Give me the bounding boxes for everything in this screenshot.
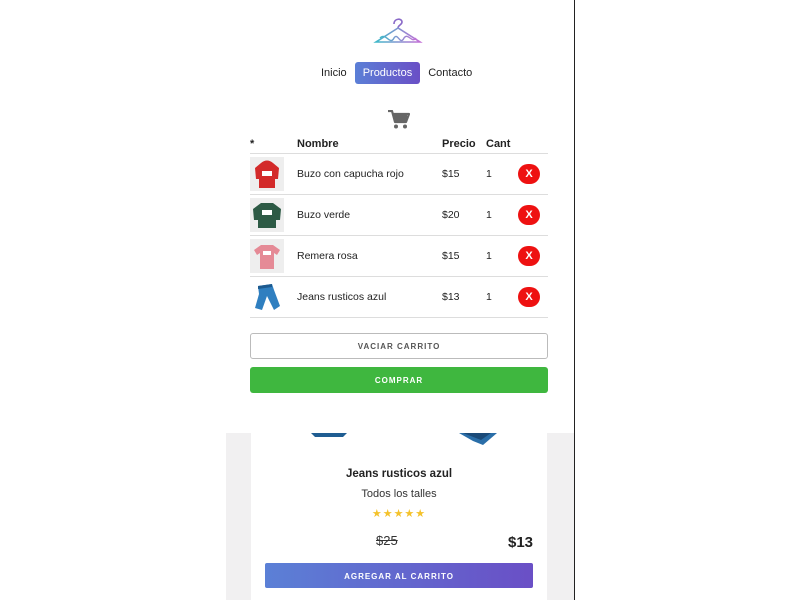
item-thumbnail [250, 276, 297, 318]
item-qty: 1 [486, 276, 518, 318]
header-price: Precio [442, 136, 486, 154]
red-hoodie-image [250, 157, 284, 191]
header-delete [518, 136, 548, 154]
empty-cart-button[interactable]: VACIAR CARRITO [250, 333, 548, 359]
old-price: $25 [376, 533, 398, 548]
delete-item-button[interactable]: X [518, 205, 540, 225]
current-price: $13 [508, 534, 534, 551]
item-thumbnail [250, 194, 297, 236]
item-qty: 1 [486, 194, 518, 236]
cart-header-row: * Nombre Precio Cant [250, 136, 548, 154]
product-title: Jeans rusticos azul [345, 468, 453, 480]
cart-row: Buzo verde $20 1 X [250, 194, 548, 236]
header-image: * [250, 136, 297, 154]
cart-row: Buzo con capucha rojo $15 1 X [250, 153, 548, 195]
item-thumbnail [250, 153, 297, 195]
item-price: $15 [442, 153, 486, 195]
product-image [251, 433, 547, 455]
item-thumbnail [250, 235, 297, 277]
nav-productos[interactable]: Productos [354, 62, 421, 84]
delete-item-button[interactable]: X [518, 164, 540, 184]
item-name: Jeans rusticos azul [297, 276, 442, 318]
item-qty: 1 [486, 153, 518, 195]
header-name: Nombre [297, 136, 442, 154]
item-name: Buzo verde [297, 194, 442, 236]
rating-stars: ★★★★★ [371, 508, 427, 520]
item-price: $20 [442, 194, 486, 236]
pink-tshirt-image [250, 239, 284, 273]
item-name: Remera rosa [297, 235, 442, 277]
add-to-cart-button[interactable]: AGREGAR AL CARRITO [265, 563, 533, 588]
delete-item-button[interactable]: X [518, 246, 540, 266]
blue-jeans-image [250, 280, 284, 314]
product-subtitle: Todos los talles [361, 488, 437, 500]
cart-row: Remera rosa $15 1 X [250, 235, 548, 277]
main-nav: Inicio Productos Contacto [313, 62, 480, 84]
cart-table: * Nombre Precio Cant Buzo con capucha ro… [250, 136, 548, 318]
item-price: $15 [442, 235, 486, 277]
brand-logo[interactable] [370, 12, 426, 54]
checkout-button[interactable]: COMPRAR [250, 367, 548, 393]
item-qty: 1 [486, 235, 518, 277]
item-price: $13 [442, 276, 486, 318]
item-name: Buzo con capucha rojo [297, 153, 442, 195]
viewport-divider [574, 0, 575, 600]
green-sweater-image [250, 198, 284, 232]
nav-inicio[interactable]: Inicio [313, 62, 355, 84]
nav-contacto[interactable]: Contacto [420, 62, 480, 84]
shopping-cart-icon[interactable] [388, 109, 411, 130]
delete-item-button[interactable]: X [518, 287, 540, 307]
header-qty: Cant [486, 136, 518, 154]
cart-row: Jeans rusticos azul $13 1 X [250, 276, 548, 318]
